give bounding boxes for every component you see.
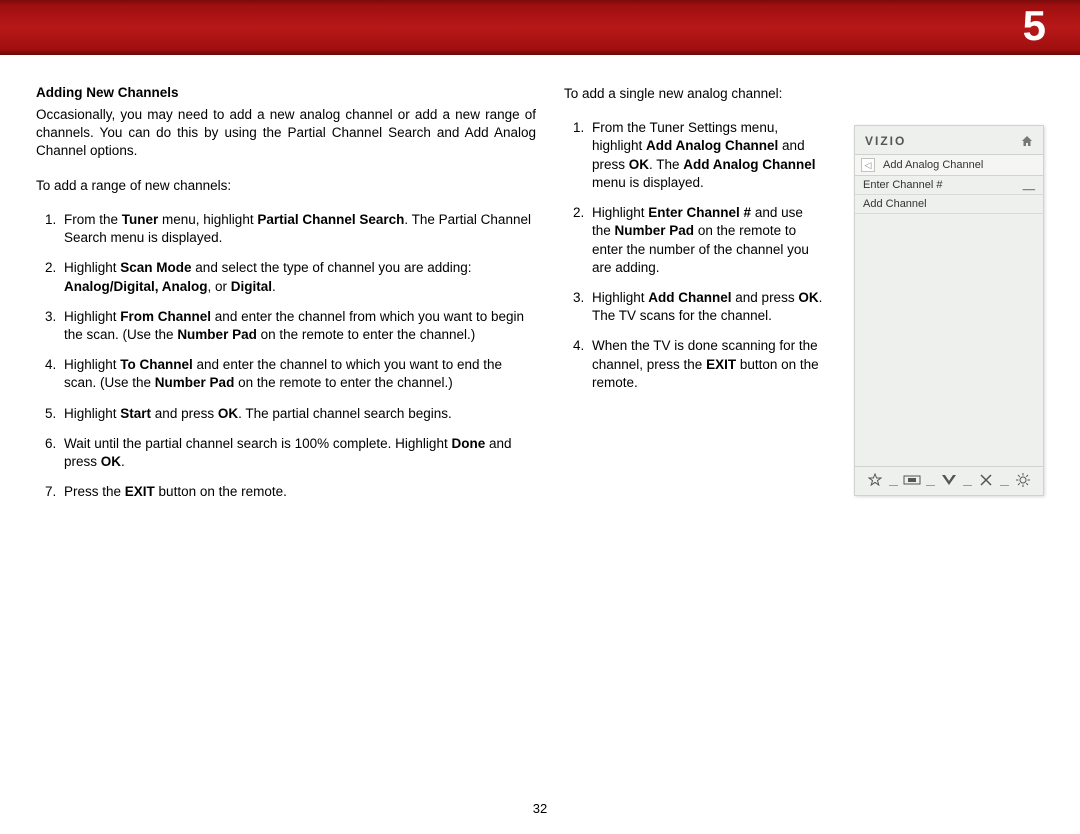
osd-header: VIZIO: [855, 126, 1043, 154]
t: Add Channel: [648, 290, 731, 305]
t: Add Analog Channel: [683, 157, 815, 172]
t: Highlight: [592, 290, 648, 305]
t: Start: [120, 406, 151, 421]
steps-single: From the Tuner Settings menu, highlight …: [564, 119, 824, 392]
step-item: From the Tuner Settings menu, highlight …: [588, 119, 824, 192]
t: on the remote to enter the channel.): [234, 375, 452, 390]
gear-icon[interactable]: [1011, 473, 1035, 487]
t: From the: [64, 212, 122, 227]
step-item: Highlight Scan Mode and select the type …: [60, 259, 536, 295]
back-icon[interactable]: ◁: [861, 158, 875, 172]
t: Wait until the partial channel search is…: [64, 436, 451, 451]
osd-breadcrumb: ◁ Add Analog Channel: [855, 154, 1043, 176]
step-item: Highlight Start and press OK. The partia…: [60, 405, 536, 423]
osd-row-enter-channel[interactable]: Enter Channel # __: [855, 176, 1043, 195]
v-icon[interactable]: [937, 474, 961, 486]
t: OK: [629, 157, 649, 172]
osd-title: Add Analog Channel: [883, 159, 983, 171]
t: Digital: [231, 279, 272, 294]
t: Add Analog Channel: [646, 138, 778, 153]
left-column: Adding New Channels Occasionally, you ma…: [36, 85, 536, 514]
home-icon[interactable]: [1021, 135, 1033, 147]
t: EXIT: [125, 484, 155, 499]
t: Highlight: [64, 309, 120, 324]
t: Scan Mode: [120, 260, 191, 275]
t: Number Pad: [615, 223, 695, 238]
widescreen-icon[interactable]: [900, 474, 924, 486]
t: and press: [151, 406, 218, 421]
t: .: [272, 279, 276, 294]
t: Number Pad: [155, 375, 235, 390]
intro-paragraph: Occasionally, you may need to add a new …: [36, 106, 536, 161]
step-item: Highlight To Channel and enter the chann…: [60, 356, 536, 392]
t: menu is displayed.: [592, 175, 704, 190]
t: and select the type of channel you are a…: [192, 260, 472, 275]
step-item: Highlight Add Channel and press OK. The …: [588, 289, 824, 325]
step-item: Wait until the partial channel search is…: [60, 435, 536, 471]
sub-intro-right: To add a single new analog channel:: [564, 85, 1044, 103]
close-icon[interactable]: [974, 474, 998, 486]
t: menu, highlight: [158, 212, 257, 227]
step-item: Highlight From Channel and enter the cha…: [60, 308, 536, 344]
t: button on the remote.: [155, 484, 287, 499]
osd-row-value: __: [1023, 179, 1035, 191]
t: . The partial channel search begins.: [238, 406, 452, 421]
osd-body: Enter Channel # __ Add Channel: [855, 176, 1043, 466]
section-heading: Adding New Channels: [36, 85, 536, 100]
t: , or: [208, 279, 231, 294]
t: To Channel: [120, 357, 193, 372]
step-item: From the Tuner menu, highlight Partial C…: [60, 211, 536, 247]
osd-row-add-channel[interactable]: Add Channel: [855, 195, 1043, 214]
t: Number Pad: [177, 327, 257, 342]
t: Highlight: [64, 357, 120, 372]
t: Tuner: [122, 212, 159, 227]
t: Highlight: [64, 260, 120, 275]
sub-intro: To add a range of new channels:: [36, 177, 536, 195]
t: OK: [218, 406, 238, 421]
t: Highlight: [592, 205, 648, 220]
t: OK: [101, 454, 121, 469]
right-column: To add a single new analog channel: From…: [564, 85, 1044, 514]
chapter-header: 5: [0, 0, 1080, 55]
t: Highlight: [64, 406, 120, 421]
osd-panel: VIZIO ◁ Add Analog Channel Enter Channel…: [854, 125, 1044, 496]
osd-row-label: Enter Channel #: [863, 179, 943, 191]
t: Enter Channel #: [648, 205, 751, 220]
steps-range: From the Tuner menu, highlight Partial C…: [36, 211, 536, 502]
t: From Channel: [120, 309, 211, 324]
t: EXIT: [706, 357, 736, 372]
t: . The: [649, 157, 683, 172]
brand-logo: VIZIO: [865, 134, 906, 148]
step-item: Press the EXIT button on the remote.: [60, 483, 536, 501]
page-number: 32: [0, 801, 1080, 816]
page-body: Adding New Channels Occasionally, you ma…: [0, 55, 1080, 514]
star-icon[interactable]: [863, 473, 887, 487]
step-item: Highlight Enter Channel # and use the Nu…: [588, 204, 824, 277]
t: on the remote to enter the channel.): [257, 327, 475, 342]
t: and press: [732, 290, 799, 305]
osd-footer: [855, 466, 1043, 495]
t: Partial Channel Search: [257, 212, 404, 227]
osd-row-label: Add Channel: [863, 198, 927, 210]
t: Press the: [64, 484, 125, 499]
t: OK: [798, 290, 818, 305]
t: Done: [451, 436, 485, 451]
chapter-number: 5: [1023, 2, 1046, 50]
t: .: [121, 454, 125, 469]
step-item: When the TV is done scanning for the cha…: [588, 337, 824, 392]
t: Analog/Digital, Analog: [64, 279, 208, 294]
